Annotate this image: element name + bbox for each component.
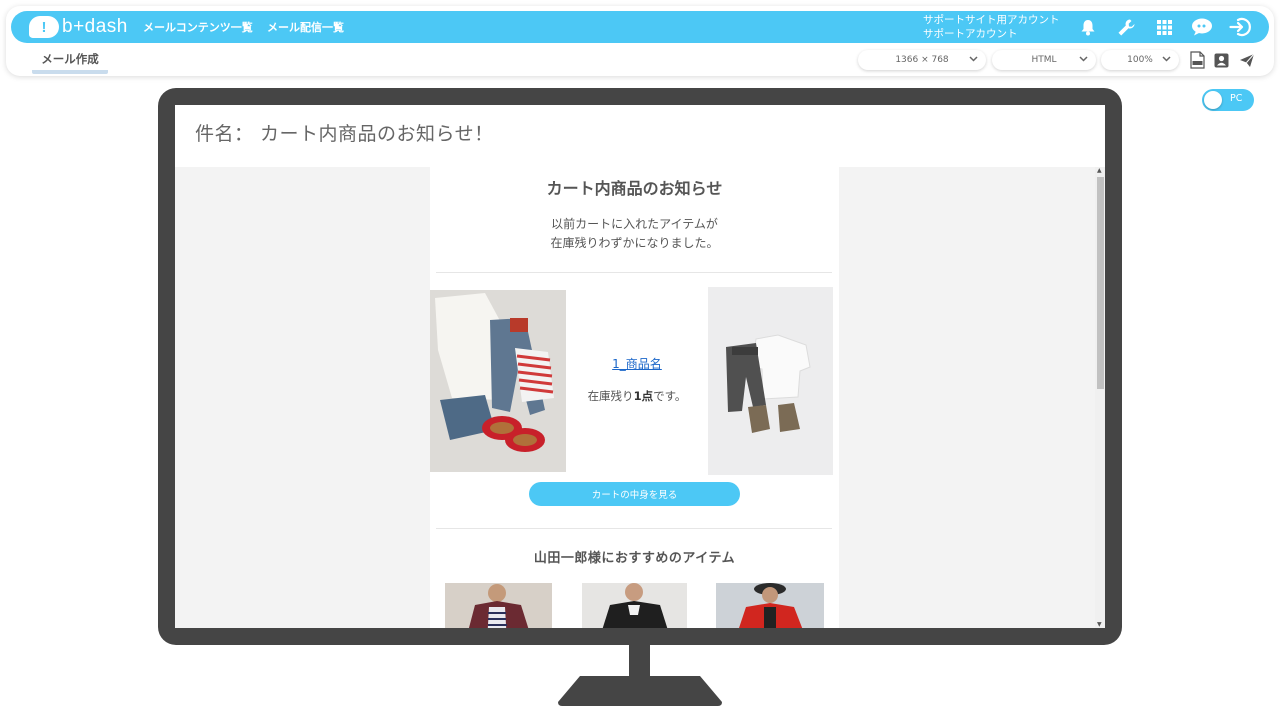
preview-scrollbar[interactable]: ▲ ▼ [1095, 167, 1105, 628]
toggle-label: PC [1230, 93, 1243, 104]
mail-body: カート内商品のお知らせ 以前カートに入れたアイテムが 在庫残りわずかになりました… [430, 167, 839, 628]
nav-mail-delivery-list[interactable]: メール配信一覧 [267, 11, 344, 43]
logo-text: b+dash [62, 16, 128, 37]
format-select[interactable]: HTML [992, 50, 1096, 70]
product-photo-right [708, 287, 833, 475]
scroll-thumb[interactable] [1097, 177, 1104, 389]
recommend-photo-2[interactable] [582, 583, 687, 628]
chat-bubble-icon[interactable] [1183, 15, 1221, 39]
editor-toolbar: メール作成 1366 × 768 HTML 100% [6, 48, 1274, 74]
mail-preview-area: カート内商品のお知らせ 以前カートに入れたアイテムが 在庫残りわずかになりました… [175, 167, 1105, 628]
product-name-link[interactable]: 1_商品名 [566, 355, 708, 372]
html-file-icon[interactable] [1188, 51, 1206, 69]
logout-icon[interactable] [1221, 15, 1259, 39]
monitor-frame: 件名： カート内商品のお知らせ！ カート内商品のお知らせ 以前カートに入れたアイ… [158, 88, 1122, 645]
stock-suffix: です。 [653, 389, 687, 403]
device-toggle[interactable]: PC [1202, 89, 1254, 111]
nav-mail-content-list[interactable]: メールコンテンツ一覧 [143, 11, 253, 43]
logo-bubble-icon: ! [29, 16, 59, 38]
resolution-select[interactable]: 1366 × 768 [858, 50, 986, 70]
intro-line-1: 以前カートに入れたアイテムが [551, 217, 718, 231]
toggle-knob [1204, 91, 1222, 109]
chevron-down-icon [1162, 54, 1171, 66]
bdash-logo[interactable]: ! b+dash [29, 15, 128, 39]
format-value: HTML [1031, 55, 1057, 65]
product-photo-left [430, 290, 566, 472]
account-site-label: サポートサイト用アカウント [923, 14, 1060, 26]
monitor-screen: 件名： カート内商品のお知らせ！ カート内商品のお知らせ 以前カートに入れたアイ… [175, 105, 1105, 628]
resolution-value: 1366 × 768 [895, 55, 949, 65]
mail-heading: カート内商品のお知らせ [546, 179, 723, 198]
monitor-stand-neck [629, 644, 650, 678]
wrench-icon[interactable] [1107, 15, 1145, 39]
bell-icon[interactable] [1069, 15, 1107, 39]
chevron-down-icon [969, 54, 978, 66]
scroll-down-arrow-icon[interactable]: ▼ [1097, 621, 1102, 628]
scroll-up-arrow-icon[interactable]: ▲ [1097, 167, 1102, 174]
account-name: サポートアカウント [923, 28, 1018, 40]
chevron-down-icon [1079, 54, 1088, 66]
app-header: ! b+dash メールコンテンツ一覧 メール配信一覧 サポートサイト用アカウン… [6, 6, 1274, 76]
recommend-photo-1[interactable] [445, 583, 552, 628]
account-info[interactable]: サポートサイト用アカウント サポートアカウント [923, 13, 1060, 41]
view-cart-button[interactable]: カートの中身を見る [529, 482, 740, 506]
tab-mail-create[interactable]: メール作成 [32, 51, 108, 74]
mail-intro: 以前カートに入れたアイテムが 在庫残りわずかになりました。 [430, 215, 839, 253]
top-navigation-bar: ! b+dash メールコンテンツ一覧 メール配信一覧 サポートサイト用アカウン… [11, 11, 1269, 43]
stock-text: 在庫残り1点です。 [566, 388, 708, 404]
recommend-photo-3[interactable] [716, 583, 824, 628]
intro-line-2: 在庫残りわずかになりました。 [550, 236, 719, 250]
monitor-stand-base [558, 676, 722, 706]
stock-count: 1点 [633, 389, 654, 403]
mail-subject: 件名： カート内商品のお知らせ！ [195, 123, 494, 145]
contact-card-icon[interactable] [1212, 51, 1230, 69]
recommend-heading: 山田一郎様におすすめのアイテム [533, 551, 736, 566]
divider [436, 528, 832, 529]
stock-prefix: 在庫残り [587, 389, 634, 403]
send-icon[interactable] [1238, 51, 1256, 69]
divider [436, 272, 832, 273]
zoom-select[interactable]: 100% [1101, 50, 1179, 70]
grid-icon[interactable] [1145, 15, 1183, 39]
zoom-value: 100% [1127, 55, 1153, 65]
